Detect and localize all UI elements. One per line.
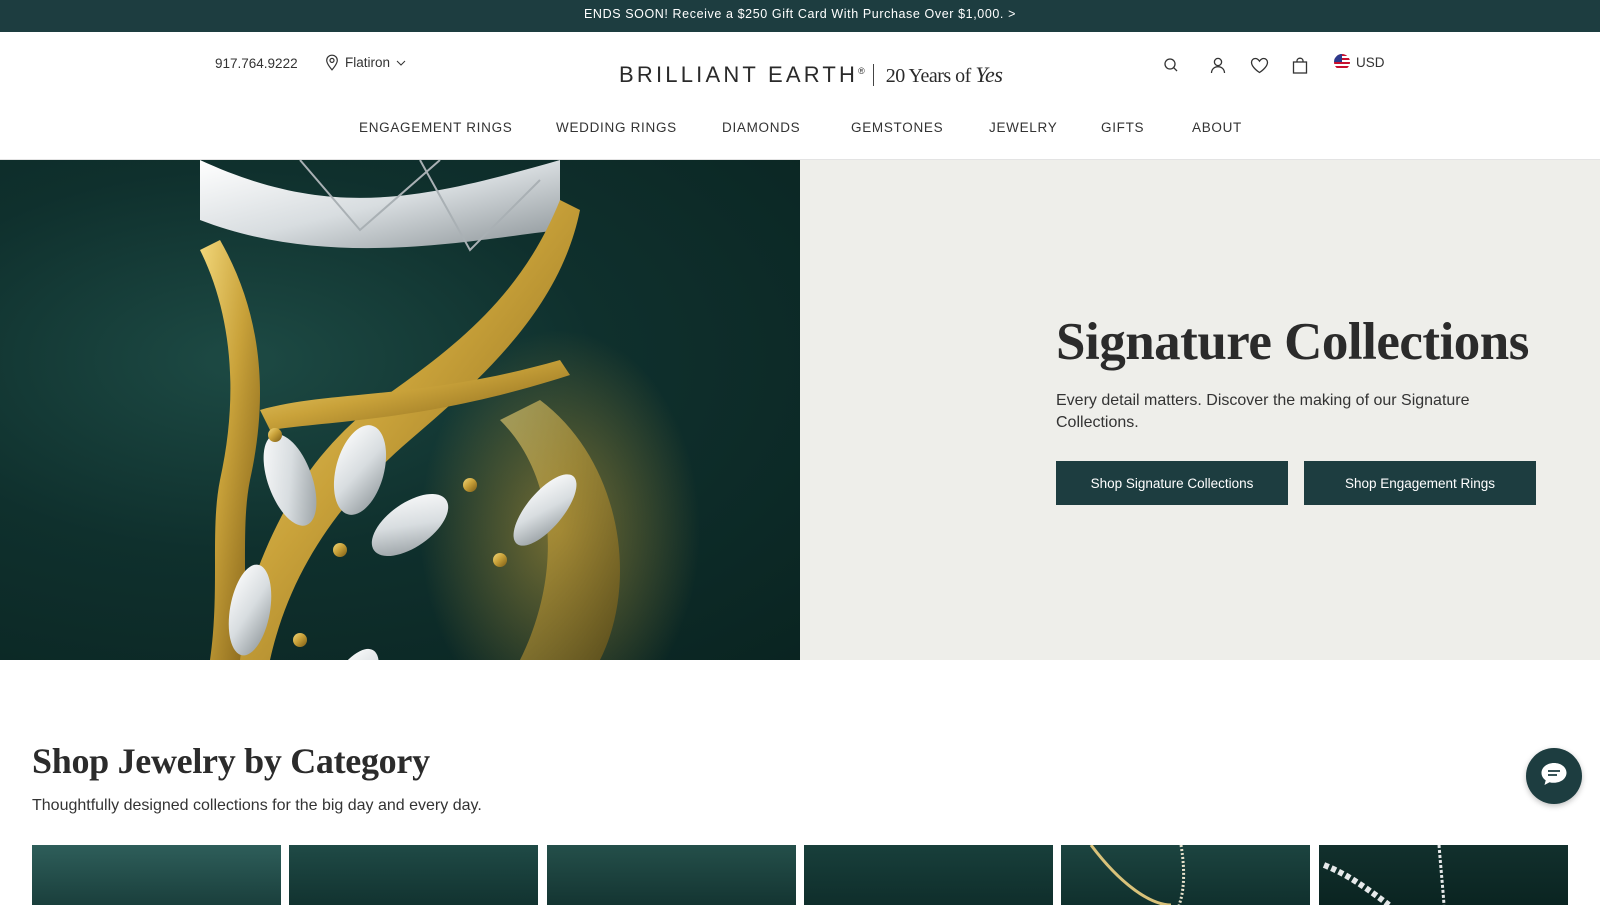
- account-icon[interactable]: [1207, 54, 1229, 76]
- category-tile[interactable]: [804, 845, 1053, 905]
- phone-number[interactable]: 917.764.9222: [215, 56, 298, 71]
- logo-tagline-text: 20 Years of: [885, 65, 976, 87]
- category-tile[interactable]: [1319, 845, 1568, 905]
- nav-jewelry[interactable]: JEWELRY: [989, 120, 1057, 135]
- us-flag-icon: [1334, 54, 1350, 70]
- hero-text-panel: Signature Collections Every detail matte…: [800, 160, 1600, 660]
- shopping-bag-icon[interactable]: [1289, 54, 1311, 76]
- promo-banner[interactable]: ENDS SOON! Receive a $250 Gift Card With…: [0, 0, 1600, 32]
- nav-about[interactable]: ABOUT: [1192, 120, 1242, 135]
- logo-divider: [872, 64, 874, 86]
- category-tiles: [32, 845, 1568, 905]
- site-header: 917.764.9222 Flatiron BRILLIANT EARTH ® …: [0, 32, 1600, 160]
- hero-ring-image[interactable]: [0, 160, 800, 660]
- brand-logo[interactable]: BRILLIANT EARTH ® 20 Years of Yes: [619, 62, 1003, 88]
- logo-tagline: 20 Years of Yes: [886, 62, 1003, 88]
- store-name: Flatiron: [345, 55, 391, 70]
- store-selector[interactable]: Flatiron: [325, 54, 406, 71]
- nav-diamonds[interactable]: DIAMONDS: [722, 120, 800, 135]
- search-icon[interactable]: [1160, 54, 1182, 76]
- hero-subtitle: Every detail matters. Discover the makin…: [1056, 392, 1470, 431]
- necklace-image: [1089, 845, 1186, 905]
- nav-wedding-rings[interactable]: WEDDING RINGS: [556, 120, 677, 135]
- category-section-subtitle: Thoughtfully designed collections for th…: [32, 797, 482, 814]
- nav-gifts[interactable]: GIFTS: [1101, 120, 1144, 135]
- hero-banner: Signature Collections Every detail matte…: [0, 160, 1600, 660]
- logo-registered-mark: ®: [858, 66, 865, 76]
- category-tile[interactable]: [1061, 845, 1310, 905]
- bracelet-image: [1322, 845, 1446, 905]
- hero-title: Signature Collections: [1056, 313, 1529, 371]
- location-pin-icon: [325, 54, 339, 71]
- chat-bubble-icon: [1539, 761, 1569, 792]
- logo-wordmark: BRILLIANT EARTH: [619, 62, 859, 87]
- category-tile[interactable]: [547, 845, 796, 905]
- nav-gemstones[interactable]: GEMSTONES: [851, 120, 943, 135]
- wishlist-heart-icon[interactable]: [1248, 54, 1270, 76]
- shop-engagement-rings-button[interactable]: Shop Engagement Rings: [1304, 461, 1536, 505]
- currency-selector[interactable]: USD: [1334, 54, 1385, 70]
- ring-illustration: [200, 160, 700, 660]
- currency-label: USD: [1356, 54, 1385, 70]
- logo-tagline-script: Yes: [975, 62, 1003, 87]
- chevron-down-icon: [396, 60, 406, 66]
- category-section-title: Shop Jewelry by Category: [32, 741, 430, 781]
- category-tile[interactable]: [32, 845, 281, 905]
- category-tile[interactable]: [289, 845, 538, 905]
- chat-button[interactable]: [1526, 748, 1582, 804]
- nav-engagement-rings[interactable]: ENGAGEMENT RINGS: [359, 120, 512, 135]
- promo-text[interactable]: ENDS SOON! Receive a $250 Gift Card With…: [584, 7, 1016, 21]
- shop-signature-collections-button[interactable]: Shop Signature Collections: [1056, 461, 1288, 505]
